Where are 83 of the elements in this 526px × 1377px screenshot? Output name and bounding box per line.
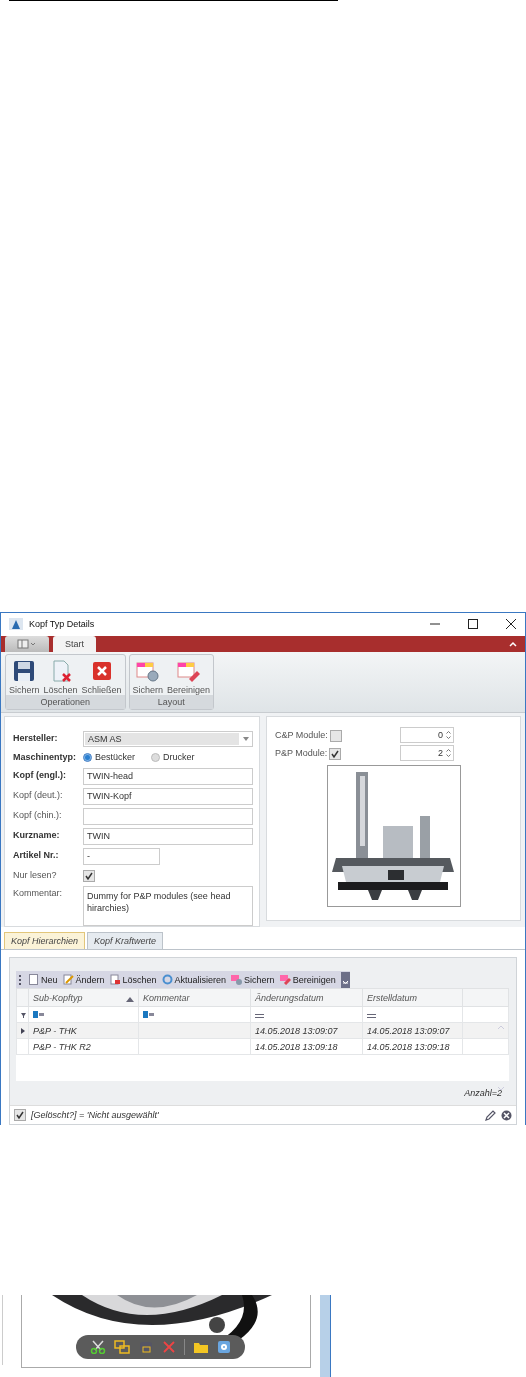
table-eraser-icon bbox=[279, 974, 291, 985]
equals-filter-icon[interactable] bbox=[255, 1013, 264, 1018]
folder-icon[interactable] bbox=[193, 1340, 209, 1354]
toolbar-button[interactable]: Löschen bbox=[109, 974, 157, 985]
column-header[interactable]: Sub-Kopftyp bbox=[28, 988, 139, 1007]
radio-button[interactable]: Bestücker bbox=[83, 750, 136, 765]
table-gear-icon bbox=[135, 659, 160, 683]
checkbox[interactable] bbox=[329, 730, 342, 742]
checkbox[interactable] bbox=[83, 870, 95, 882]
text-field[interactable]: TWIN-head bbox=[83, 768, 253, 785]
checkbox[interactable] bbox=[14, 1109, 26, 1121]
table-cell: P&P - THK R2 bbox=[33, 1041, 91, 1052]
toolbar-button[interactable]: Neu bbox=[28, 974, 58, 985]
toolbar-button[interactable]: Sichern bbox=[231, 974, 275, 985]
maximize-button[interactable] bbox=[467, 618, 479, 631]
scissors-icon[interactable] bbox=[90, 1340, 106, 1354]
dropdown-arrow-icon bbox=[243, 737, 249, 741]
table-cell: 14.05.2018 13:09:07 bbox=[255, 1025, 338, 1036]
overflow-icon[interactable] bbox=[341, 971, 350, 988]
group-label: Operationen bbox=[6, 695, 125, 709]
field-label: Hersteller: bbox=[13, 732, 59, 745]
field-label: Kommentar: bbox=[13, 887, 64, 900]
dropdown[interactable]: ASM AS bbox=[83, 731, 253, 747]
field-label: Kurzname: bbox=[13, 829, 61, 842]
window-title: Kopf Typ Details bbox=[29, 619, 95, 630]
toolbar-button[interactable]: Ändern bbox=[62, 974, 105, 985]
module-label: C&P Module: bbox=[275, 730, 328, 740]
toolbar-button[interactable]: Bereinigen bbox=[279, 974, 336, 985]
table-gear-icon bbox=[231, 974, 243, 985]
refresh-icon bbox=[161, 974, 173, 985]
number-spinner[interactable]: 2 bbox=[400, 745, 454, 761]
field-label: Kopf (engl.): bbox=[13, 769, 67, 782]
column-header[interactable]: Änderungsdatum bbox=[250, 988, 363, 1007]
ribbon-tab[interactable]: Start bbox=[53, 636, 96, 652]
clear-filter-icon[interactable] bbox=[501, 1109, 512, 1121]
current-row-icon bbox=[21, 1027, 25, 1034]
ribbon-button[interactable]: Löschen bbox=[42, 659, 79, 695]
ribbon-button[interactable]: Sichern bbox=[131, 659, 165, 695]
pencil-icon[interactable] bbox=[485, 1109, 496, 1121]
text-field[interactable]: TWIN bbox=[83, 828, 253, 845]
delete-document-icon bbox=[109, 974, 121, 985]
pencil-document-icon bbox=[62, 974, 74, 985]
tab[interactable]: Kopf Hierarchien bbox=[4, 932, 86, 949]
column-header[interactable]: Kommentar bbox=[138, 988, 251, 1007]
ribbon-button[interactable]: Sichern bbox=[8, 659, 41, 695]
ribbon-button[interactable]: Schließen bbox=[80, 659, 123, 695]
field-label: Kopf (chin.): bbox=[13, 809, 63, 822]
table-cell: 14.05.2018 13:09:18 bbox=[255, 1041, 338, 1052]
ribbon-button[interactable]: Bereinigen bbox=[166, 659, 212, 695]
tab[interactable]: Kopf Kraftwerte bbox=[87, 932, 164, 949]
field-label: Nur lesen? bbox=[13, 869, 58, 882]
equals-filter-icon[interactable] bbox=[367, 1013, 376, 1018]
row-count: Anzahl=2 bbox=[464, 1088, 502, 1098]
field-label: Maschinentyp: bbox=[13, 751, 77, 764]
document-icon bbox=[28, 974, 39, 985]
collapse-ribbon-icon[interactable] bbox=[509, 640, 517, 647]
spin-arrows-icon[interactable] bbox=[446, 730, 451, 740]
filter-text: [Gelöscht?] = 'Nicht ausgewählt' bbox=[31, 1110, 159, 1120]
toolbar-button[interactable]: Aktualisieren bbox=[161, 974, 227, 985]
spin-arrows-icon[interactable] bbox=[446, 748, 451, 758]
table-cell: 14.05.2018 13:09:07 bbox=[367, 1025, 450, 1036]
table-eraser-icon bbox=[176, 659, 201, 683]
group-label: Layout bbox=[129, 695, 214, 709]
text-filter-icon[interactable] bbox=[143, 1010, 155, 1018]
module-label: P&P Module: bbox=[275, 748, 328, 758]
number-spinner[interactable]: 0 bbox=[400, 727, 454, 743]
checkbox[interactable] bbox=[329, 748, 342, 760]
text-field[interactable]: TWIN-Kopf bbox=[83, 788, 253, 805]
layout-icon bbox=[17, 639, 37, 649]
table-cell: P&P - THK bbox=[33, 1025, 77, 1036]
table-cell: 14.05.2018 13:09:18 bbox=[367, 1041, 450, 1052]
text-field[interactable]: - bbox=[83, 848, 160, 865]
field-label: Artikel Nr.: bbox=[13, 849, 60, 862]
radio-button[interactable]: Drucker bbox=[151, 750, 195, 765]
comment-field[interactable]: Dummy for P&P modules (see head hirarchies) bbox=[83, 886, 253, 926]
copy-icon[interactable] bbox=[114, 1340, 130, 1354]
text-field[interactable] bbox=[83, 808, 253, 825]
field-label: Kopf (deut.): bbox=[13, 789, 64, 802]
app-icon bbox=[9, 618, 23, 631]
filter-icon bbox=[21, 1012, 26, 1018]
text-filter-icon[interactable] bbox=[33, 1010, 45, 1018]
close-icon[interactable] bbox=[505, 618, 517, 631]
column-header[interactable]: Erstelldatum bbox=[362, 988, 463, 1007]
